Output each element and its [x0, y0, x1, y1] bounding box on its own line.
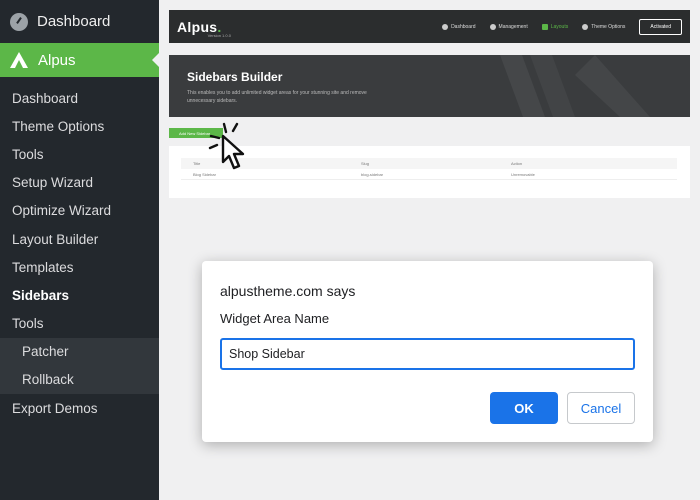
widget-area-name-input[interactable]	[220, 338, 635, 370]
dashboard-gauge-icon	[10, 12, 28, 31]
users-icon	[582, 23, 589, 30]
sidebar-item-layout-builder[interactable]: Layout Builder	[0, 225, 159, 253]
dialog-actions: OK Cancel	[490, 392, 635, 424]
sidebar-item-optimize-wizard[interactable]: Optimize Wizard	[0, 197, 159, 225]
sidebar-item-label: Alpus	[38, 51, 76, 69]
page-description: This enables you to add unlimited widget…	[187, 90, 367, 104]
sidebar-item-label: Dashboard	[37, 13, 111, 30]
gear-icon	[489, 23, 496, 30]
sidebar-item-theme-options[interactable]: Theme Options	[0, 112, 159, 140]
cancel-button[interactable]: Cancel	[567, 392, 635, 424]
layers-icon	[541, 23, 548, 30]
nav-management[interactable]: Management	[489, 23, 528, 30]
sidebar-item-export-demos[interactable]: Export Demos	[0, 394, 159, 422]
admin-sidebar: Dashboard Alpus Dashboard Theme Options …	[0, 0, 159, 500]
dialog-label: Widget Area Name	[220, 311, 330, 326]
sidebar-item-dashboard[interactable]: Dashboard	[0, 84, 159, 112]
nav-theme-options[interactable]: Theme Options	[582, 23, 625, 30]
sidebar-item-dashboard-top[interactable]: Dashboard	[0, 0, 159, 43]
banner-watermark-icon	[500, 55, 650, 117]
alpus-brand: Alpus. Version 1.0.0	[177, 19, 231, 38]
dialog-title: alpustheme.com says	[220, 283, 356, 299]
sidebar-item-patcher[interactable]: Patcher	[0, 338, 159, 366]
nav-layouts[interactable]: Layouts	[541, 23, 568, 30]
sidebar-item-rollback[interactable]: Rollback	[0, 366, 159, 394]
activated-button[interactable]: Activated	[639, 18, 682, 35]
click-cursor-icon	[208, 122, 245, 170]
brand-version: Version 1.0.0	[207, 32, 231, 38]
ok-button[interactable]: OK	[490, 392, 558, 424]
alpus-logo-icon	[10, 52, 28, 68]
table-cell-action: Unremovable	[511, 171, 535, 177]
sidebar-item-sidebars[interactable]: Sidebars	[0, 281, 159, 309]
sidebar-tools-submenu: Patcher Rollback	[0, 337, 159, 395]
table-cell-slug: blog-sidebar	[361, 171, 384, 177]
sidebar-item-alpus[interactable]: Alpus	[0, 43, 159, 77]
sidebar-item-tools-2[interactable]: Tools	[0, 310, 159, 338]
dashboard-icon	[442, 23, 449, 30]
topbar-nav: Dashboard Management Layouts Theme Optio…	[442, 18, 682, 35]
sidebar-item-setup-wizard[interactable]: Setup Wizard	[0, 169, 159, 197]
table-header-slug: Slug	[361, 161, 370, 166]
sidebar-item-tools[interactable]: Tools	[0, 140, 159, 168]
nav-dashboard[interactable]: Dashboard	[442, 23, 476, 30]
page-banner: Sidebars Builder This enables you to add…	[169, 55, 690, 117]
prompt-dialog: alpustheme.com says Widget Area Name OK …	[202, 261, 653, 442]
table-header-action: Action	[511, 161, 523, 166]
alpus-topbar: Alpus. Version 1.0.0 Dashboard Managemen…	[169, 10, 690, 43]
sidebar-submenu: Dashboard Theme Options Tools Setup Wiza…	[0, 77, 159, 422]
sidebar-item-templates[interactable]: Templates	[0, 253, 159, 281]
